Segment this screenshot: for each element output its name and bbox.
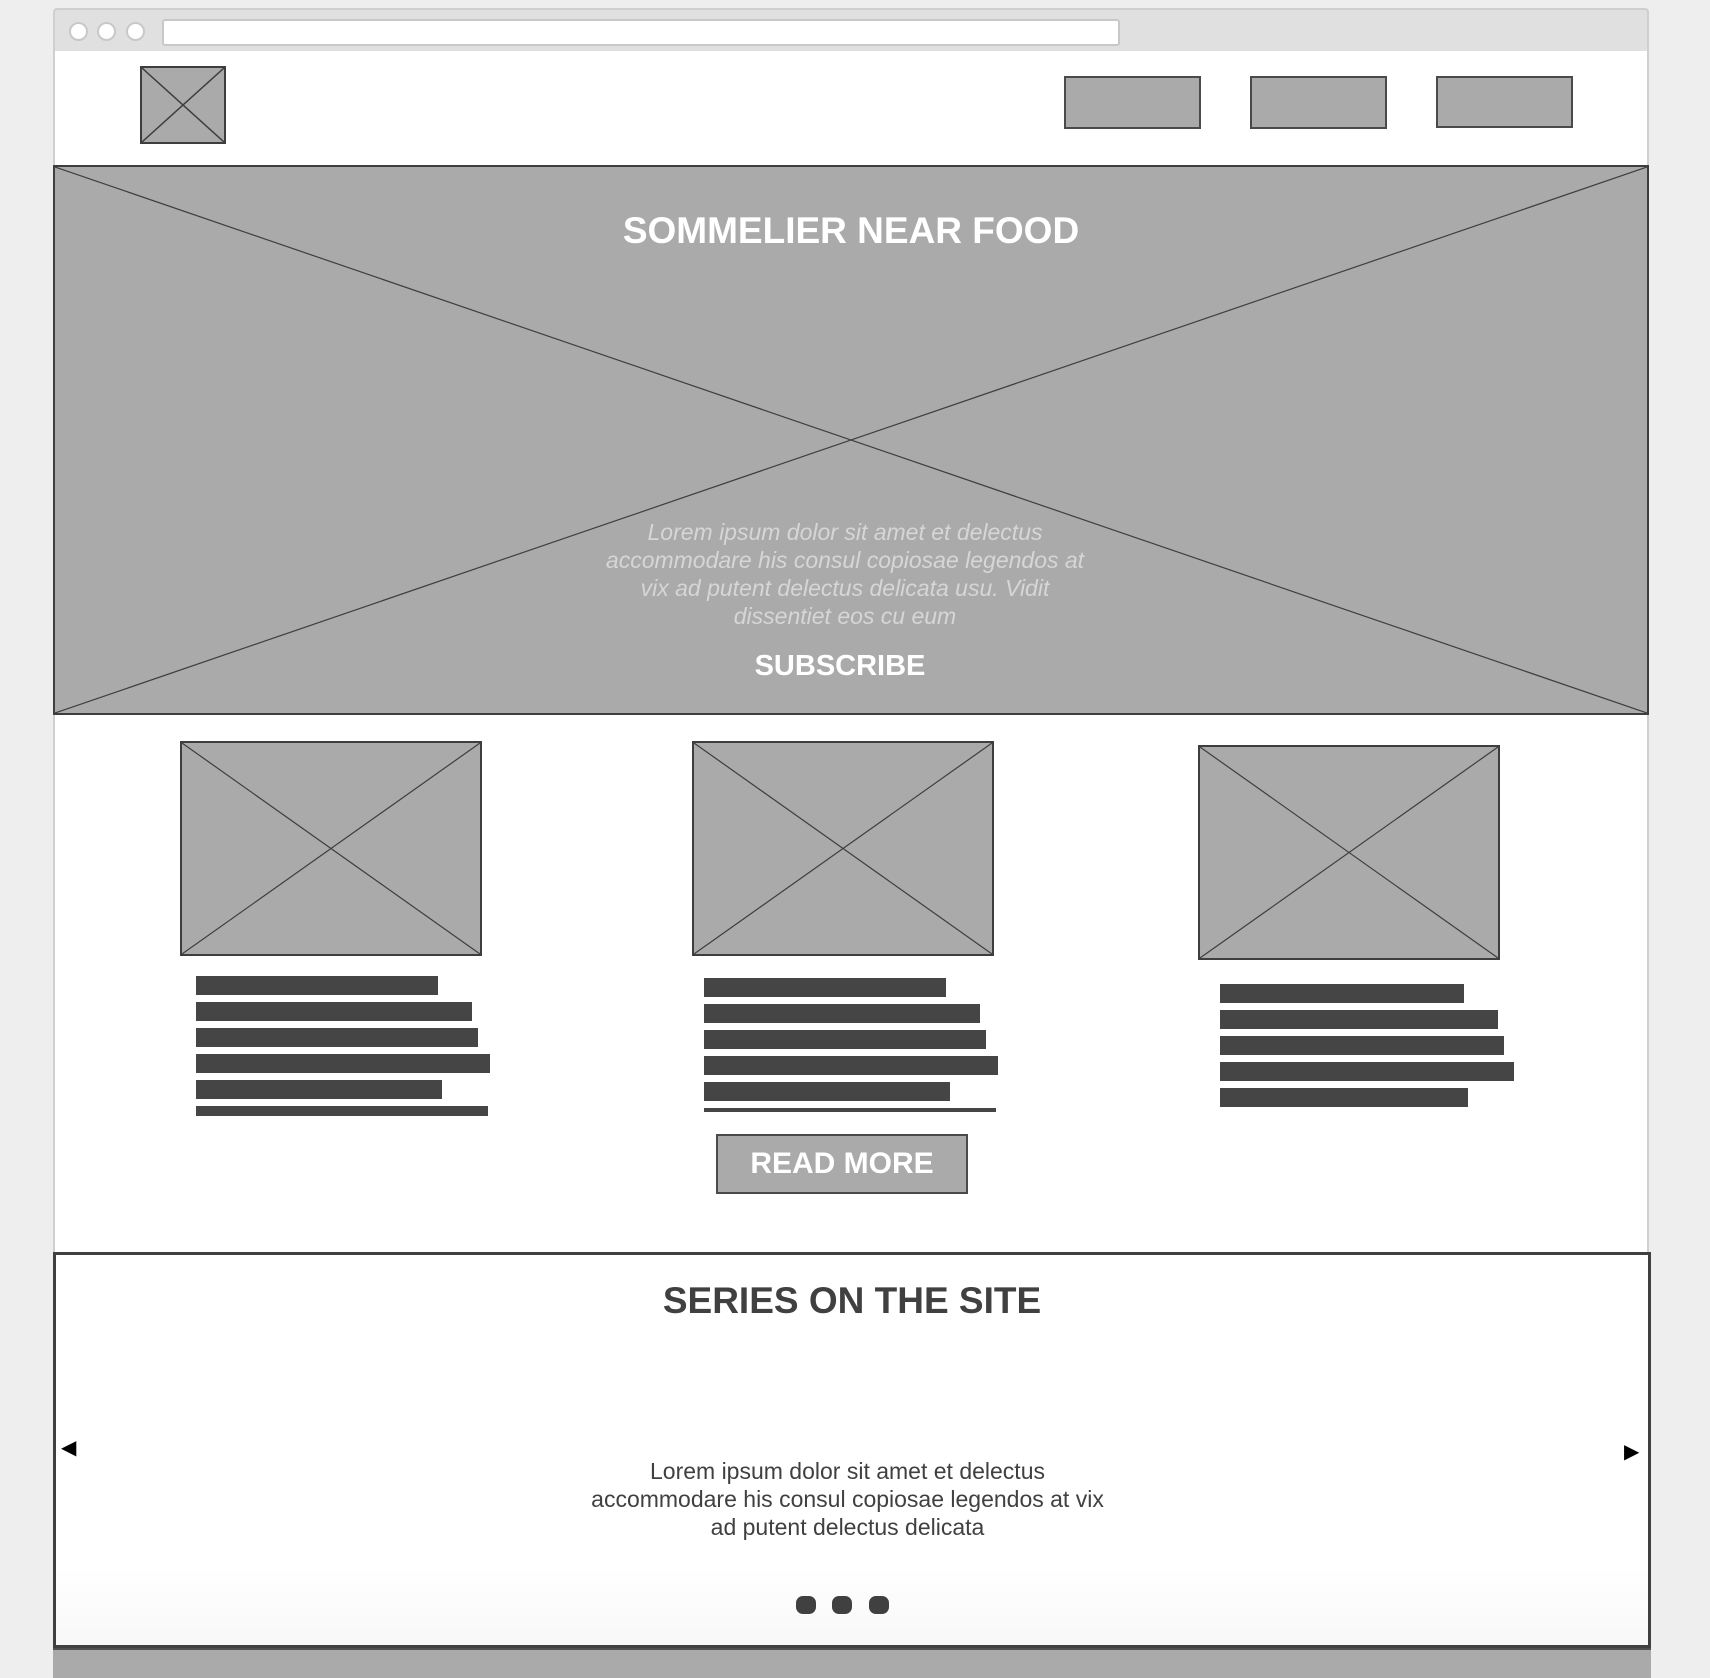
text-line xyxy=(196,1106,488,1116)
hero-title: SOMMELIER NEAR FOOD xyxy=(622,210,1080,251)
address-bar[interactable] xyxy=(162,19,1120,46)
read-more-button[interactable]: READ MORE xyxy=(716,1134,968,1194)
text-line xyxy=(1220,1062,1514,1081)
window-maximize-dot[interactable] xyxy=(126,22,145,41)
nav-button-2[interactable] xyxy=(1250,76,1387,129)
triangle-left-icon[interactable]: ◀ xyxy=(61,1435,76,1460)
browser-toolbar xyxy=(53,8,1649,51)
hero-description: Lorem ipsum dolor sit amet et delectus a… xyxy=(605,519,1085,629)
text-line xyxy=(704,1030,986,1049)
triangle-right-icon[interactable]: ▶ xyxy=(1624,1439,1639,1464)
carousel-dot-3[interactable] xyxy=(869,1596,889,1614)
text-line xyxy=(196,1028,478,1047)
text-line xyxy=(196,976,438,995)
carousel-dot-1[interactable] xyxy=(796,1596,816,1614)
card-2-image-placeholder[interactable] xyxy=(692,741,994,956)
text-line xyxy=(704,978,946,997)
text-line xyxy=(704,1004,980,1023)
footer-strip xyxy=(53,1648,1651,1678)
nav-button-1[interactable] xyxy=(1064,76,1201,129)
subscribe-button[interactable]: SUBSCRIBE xyxy=(690,650,990,683)
series-title: SERIES ON THE SITE xyxy=(662,1280,1042,1321)
text-line xyxy=(1220,1036,1504,1055)
text-line xyxy=(196,1002,472,1021)
carousel-dot-2[interactable] xyxy=(832,1596,852,1614)
nav-button-3[interactable] xyxy=(1436,76,1573,128)
text-line xyxy=(196,1054,490,1073)
text-line xyxy=(1220,984,1464,1003)
card-3-image-placeholder[interactable] xyxy=(1198,745,1500,960)
window-minimize-dot[interactable] xyxy=(97,22,116,41)
text-line xyxy=(704,1108,996,1112)
text-line xyxy=(704,1082,950,1101)
series-description: Lorem ipsum dolor sit amet et delectus a… xyxy=(591,1458,1104,1540)
window-close-dot[interactable] xyxy=(69,22,88,41)
card-1-image-placeholder[interactable] xyxy=(180,741,482,956)
text-line xyxy=(704,1056,998,1075)
text-line xyxy=(1220,1088,1468,1107)
logo-placeholder-icon[interactable] xyxy=(140,66,226,144)
text-line xyxy=(196,1080,442,1099)
text-line xyxy=(1220,1010,1498,1029)
